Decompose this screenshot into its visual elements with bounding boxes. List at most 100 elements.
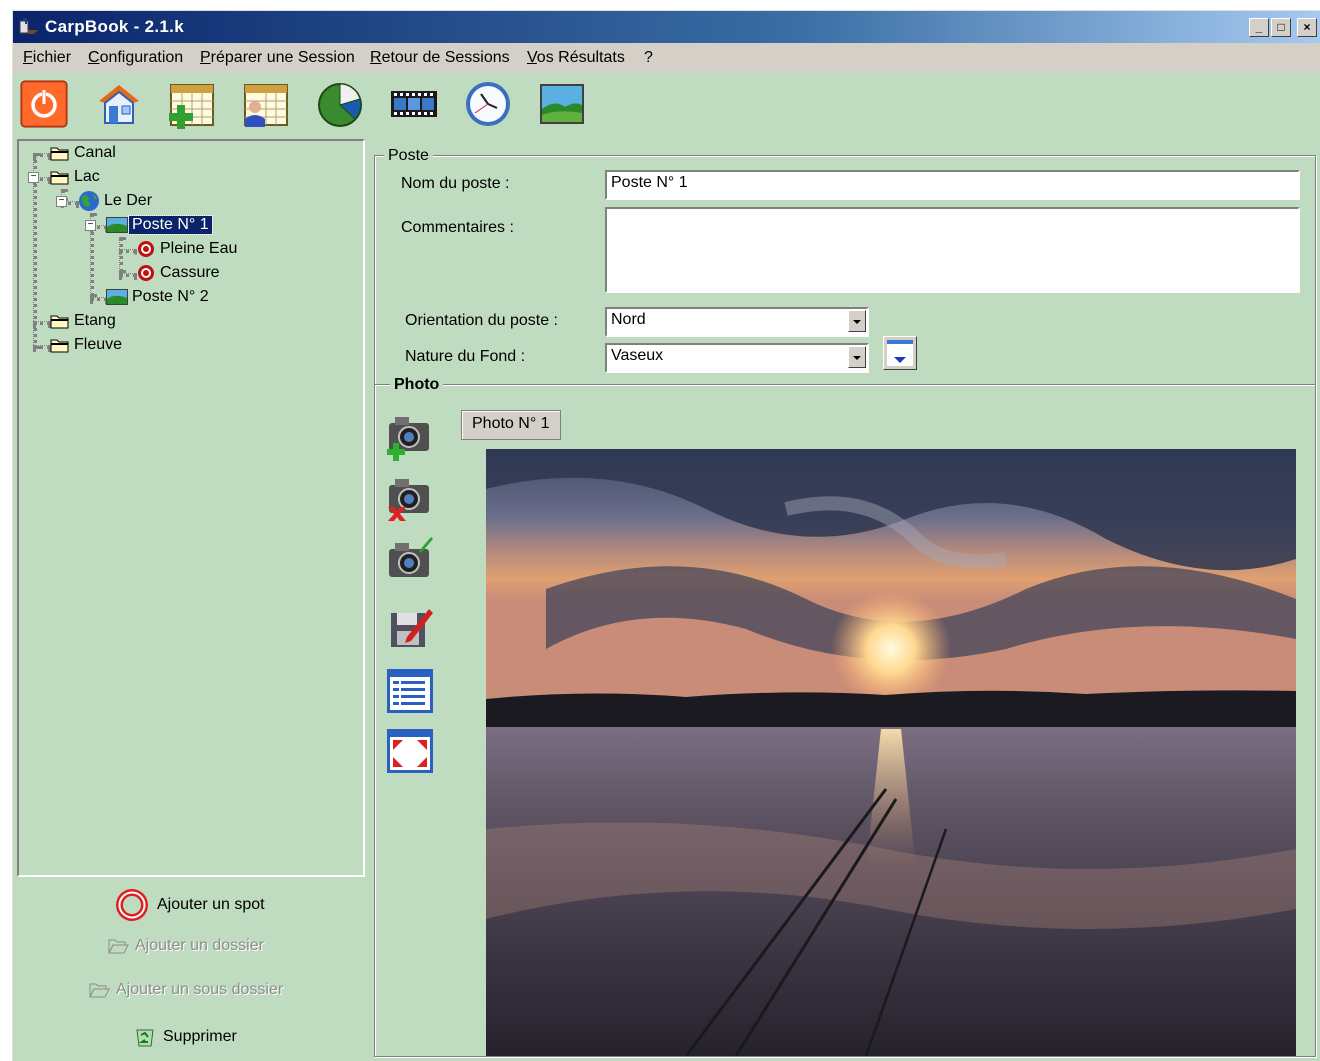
tree-item-poste1[interactable]: Poste N° 1 bbox=[105, 214, 213, 236]
comments-label: Commentaires : bbox=[401, 219, 514, 236]
blue-arrow-down-icon bbox=[887, 340, 913, 366]
add-photo-button[interactable] bbox=[385, 411, 435, 463]
fond-label: Nature du Fond : bbox=[405, 348, 526, 365]
calendar-add-icon bbox=[169, 84, 214, 129]
save-photo-button[interactable] bbox=[385, 603, 435, 655]
spots-tree[interactable]: − − − Canal Lac Le Der Poste N° 1 Pleine… bbox=[17, 139, 365, 877]
menu-configuration-mnemonic: C bbox=[88, 49, 100, 66]
tree-item-cassure[interactable]: Cassure bbox=[135, 262, 223, 284]
tree-label-selected: Poste N° 1 bbox=[128, 215, 213, 235]
add-spot-label: Ajouter un spot bbox=[157, 896, 265, 913]
add-subfolder-label: Ajouter un sous dossier bbox=[116, 981, 284, 998]
menu-help[interactable]: ? bbox=[644, 49, 653, 67]
orientation-select[interactable]: Nord bbox=[605, 307, 869, 337]
menu-bar: Fichier Configuration Préparer une Sessi… bbox=[13, 43, 1320, 73]
delete-label: Supprimer bbox=[163, 1028, 237, 1045]
list-icon bbox=[387, 669, 433, 713]
tree-item-le-der[interactable]: Le Der bbox=[77, 190, 155, 212]
folder-icon bbox=[50, 339, 69, 353]
house-icon bbox=[99, 85, 139, 124]
orientation-label: Orientation du poste : bbox=[405, 312, 558, 329]
target-icon bbox=[138, 241, 154, 257]
lifebuoy-icon bbox=[116, 889, 148, 921]
tab-photo-1-label: Photo N° 1 bbox=[472, 415, 550, 432]
fullscreen-photo-button[interactable] bbox=[385, 725, 435, 777]
menu-fichier[interactable]: Fichier bbox=[23, 49, 71, 67]
photo-details-button[interactable] bbox=[385, 665, 435, 717]
landscape-icon bbox=[540, 84, 584, 124]
menu-fichier-label: ichier bbox=[32, 49, 72, 66]
expander-le-der[interactable]: − bbox=[56, 196, 67, 207]
minimize-button[interactable]: _ bbox=[1249, 18, 1269, 37]
tree-label: Canal bbox=[74, 144, 116, 161]
globe-icon bbox=[79, 191, 99, 211]
delete-photo-button[interactable] bbox=[385, 473, 435, 525]
photo-group-title: Photo bbox=[390, 376, 444, 394]
landscape-icon bbox=[106, 217, 128, 233]
landscape-icon bbox=[106, 289, 128, 305]
comments-textarea[interactable] bbox=[605, 207, 1300, 293]
tree-label: Lac bbox=[74, 168, 100, 185]
main-window: CarpBook - 2.1.k _ □ × Fichier Configura… bbox=[12, 10, 1320, 1061]
tree-item-etang[interactable]: Etang bbox=[49, 310, 119, 332]
menu-fichier-mnemonic: F bbox=[23, 49, 33, 66]
camera-delete-icon bbox=[388, 479, 429, 521]
poste-name-label: Nom du poste : bbox=[401, 175, 510, 192]
video-button[interactable] bbox=[389, 79, 439, 129]
calendar-add-button[interactable] bbox=[167, 79, 217, 129]
add-folder-label: Ajouter un dossier bbox=[135, 937, 264, 954]
menu-retour-sessions[interactable]: Retour de Sessions bbox=[370, 49, 510, 67]
menu-vos-resultats[interactable]: Vos Résultats bbox=[527, 49, 625, 67]
close-button[interactable]: × bbox=[1297, 18, 1317, 37]
tree-item-canal[interactable]: Canal bbox=[49, 142, 119, 164]
open-folder-icon bbox=[108, 939, 129, 954]
menu-configuration-label: onfiguration bbox=[99, 49, 184, 66]
window-title: CarpBook - 2.1.k bbox=[45, 17, 184, 36]
statistics-button[interactable] bbox=[315, 79, 365, 129]
menu-configuration[interactable]: Configuration bbox=[88, 49, 183, 67]
folder-icon bbox=[50, 315, 69, 329]
expander-poste1[interactable]: − bbox=[85, 220, 96, 231]
expander-lac[interactable]: − bbox=[28, 172, 39, 183]
calendar-person-button[interactable] bbox=[241, 79, 291, 129]
power-button[interactable] bbox=[19, 79, 69, 129]
chevron-down-icon[interactable] bbox=[848, 310, 866, 332]
calendar-person-icon bbox=[244, 84, 288, 127]
maximize-button[interactable]: □ bbox=[1271, 18, 1291, 37]
delete-button[interactable]: Supprimer bbox=[133, 1026, 237, 1048]
toolbar bbox=[13, 73, 1320, 137]
recycle-bin-icon bbox=[136, 1029, 154, 1047]
menu-preparer-mnemonic: P bbox=[200, 49, 211, 66]
menu-preparer-label: réparer une Session bbox=[210, 49, 355, 66]
edit-photo-button[interactable] bbox=[385, 533, 435, 585]
home-button[interactable] bbox=[93, 79, 143, 129]
tree-item-fleuve[interactable]: Fleuve bbox=[49, 334, 125, 356]
fond-edit-button[interactable] bbox=[883, 336, 917, 370]
add-spot-button[interactable]: Ajouter un spot bbox=[113, 886, 265, 924]
tree-label: Le Der bbox=[104, 192, 153, 209]
poste-photo bbox=[486, 449, 1296, 1056]
tree-label: Etang bbox=[74, 312, 116, 329]
menu-retour-label: etour de Sessions bbox=[381, 49, 510, 66]
tree-item-pleine-eau[interactable]: Pleine Eau bbox=[135, 238, 240, 260]
tree-item-lac[interactable]: Lac bbox=[49, 166, 103, 188]
clock-button[interactable] bbox=[463, 79, 513, 129]
add-subfolder-button[interactable]: Ajouter un sous dossier bbox=[88, 981, 283, 999]
poste-name-input[interactable]: Poste N° 1 bbox=[605, 170, 1300, 200]
photo-button[interactable] bbox=[537, 79, 587, 129]
app-icon bbox=[19, 18, 38, 34]
title-bar[interactable]: CarpBook - 2.1.k _ □ × bbox=[13, 11, 1320, 43]
fond-select[interactable]: Vaseux bbox=[605, 343, 869, 373]
camera-add-icon bbox=[387, 417, 429, 461]
tab-photo-1[interactable]: Photo N° 1 bbox=[461, 410, 561, 440]
add-folder-button[interactable]: Ajouter un dossier bbox=[107, 937, 264, 955]
folder-icon bbox=[50, 147, 69, 161]
menu-preparer-session[interactable]: Préparer une Session bbox=[200, 49, 355, 67]
chevron-down-icon[interactable] bbox=[848, 346, 866, 368]
tree-item-poste2[interactable]: Poste N° 2 bbox=[105, 286, 212, 308]
poste-group-title: Poste bbox=[384, 147, 433, 165]
fond-value: Vaseux bbox=[611, 347, 664, 364]
film-icon bbox=[391, 91, 437, 117]
fullscreen-icon bbox=[387, 729, 433, 773]
tree-label: Poste N° 2 bbox=[132, 288, 209, 305]
